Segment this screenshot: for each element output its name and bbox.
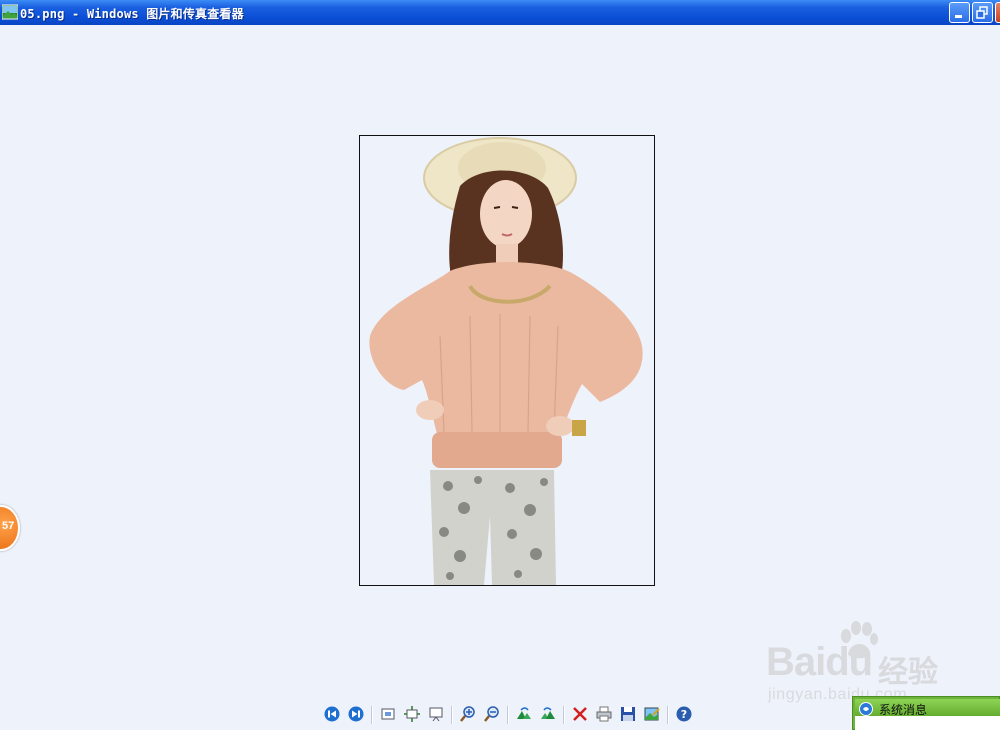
toolbar-separator — [507, 706, 509, 724]
system-message-body — [855, 716, 1000, 730]
next-image-icon — [348, 706, 364, 722]
toolbar-separator — [371, 706, 373, 724]
actual-size-icon — [404, 706, 420, 722]
svg-text:?: ? — [681, 708, 687, 721]
displayed-image[interactable] — [359, 135, 655, 586]
viewer-toolbar: ? — [320, 704, 700, 726]
best-fit-button[interactable] — [378, 704, 398, 724]
zoom-out-button[interactable] — [482, 704, 502, 724]
zoom-in-button[interactable] — [458, 704, 478, 724]
toolbar-separator — [667, 706, 669, 724]
rotate-counterclockwise-icon — [541, 707, 555, 719]
watermark-brand: Baidu — [766, 640, 873, 684]
actual-size-button[interactable] — [402, 704, 422, 724]
open-with-icon — [644, 707, 660, 721]
rotate-clockwise-icon — [517, 707, 531, 719]
minimize-button[interactable] — [949, 2, 970, 23]
floating-counter-badge[interactable]: 57 — [0, 505, 20, 551]
system-message-icon — [859, 702, 873, 716]
open-with-button[interactable] — [642, 704, 662, 724]
help-button[interactable]: ? — [674, 704, 694, 724]
rotate-clockwise-button[interactable] — [514, 704, 534, 724]
title-bar[interactable]: 05.png - Windows 图片和传真查看器 — [0, 0, 1000, 25]
help-icon: ? — [676, 706, 692, 722]
print-button[interactable] — [594, 704, 614, 724]
close-button[interactable] — [995, 2, 1000, 23]
badge-count: 57 — [2, 520, 15, 532]
minimize-icon — [955, 15, 962, 18]
restore-button[interactable] — [972, 2, 993, 23]
delete-button[interactable] — [570, 704, 590, 724]
next-image-button[interactable] — [346, 704, 366, 724]
previous-image-button[interactable] — [322, 704, 342, 724]
watermark-brand-cn: 经验 — [878, 655, 938, 690]
print-icon — [596, 706, 612, 722]
save-button[interactable] — [618, 704, 638, 724]
zoom-out-icon — [484, 706, 499, 722]
toolbar-separator — [563, 706, 565, 724]
system-message-popup[interactable]: 系统消息 — [852, 696, 1000, 730]
slideshow-button[interactable] — [426, 704, 446, 724]
delete-icon — [573, 707, 587, 721]
rotate-counterclockwise-button[interactable] — [538, 704, 558, 724]
previous-image-icon — [324, 706, 340, 722]
save-icon — [621, 707, 635, 721]
system-message-header: 系统消息 — [855, 699, 1000, 717]
zoom-in-icon — [460, 706, 475, 722]
toolbar-separator — [451, 706, 453, 724]
fashion-model-photo — [369, 137, 643, 585]
slideshow-icon — [429, 707, 443, 722]
restore-icon — [976, 6, 988, 19]
close-icon — [996, 3, 1000, 22]
window-title: 05.png - Windows 图片和传真查看器 — [20, 7, 244, 21]
image-viewer-app-icon — [2, 4, 18, 20]
best-fit-icon — [381, 708, 395, 720]
